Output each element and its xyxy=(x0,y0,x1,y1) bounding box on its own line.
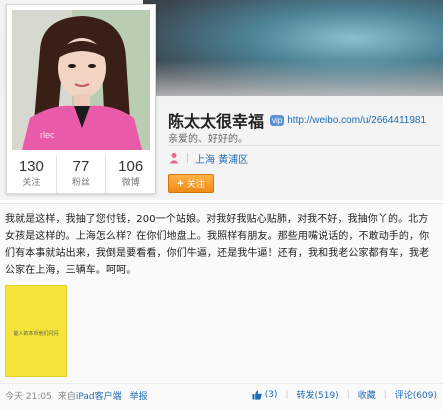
post-text: 我就是这样，我抽了您付钱，200一个站娘。对我好我贴心贴肺，对我不好，我抽你丫的… xyxy=(5,214,430,276)
verified-icon: vip xyxy=(270,114,285,126)
profile-name: 陈太太很幸福 xyxy=(168,112,265,131)
profile-bio: 亲爱的、好好的。 xyxy=(168,134,248,145)
profile-stats: 130 关注 77 粉丝 106 微博 xyxy=(7,155,155,193)
profile-name-row: 陈太太很幸福 vip http://weibo.com/u/2664411981 xyxy=(168,108,426,132)
person-icon xyxy=(169,153,179,164)
like-button[interactable]: (3) xyxy=(252,389,278,400)
favorite-link[interactable]: 收藏 xyxy=(358,388,376,401)
source-link[interactable]: iPad客户端 xyxy=(76,389,122,402)
profile-url-link[interactable]: http://weibo.com/u/2664411981 xyxy=(287,115,426,126)
stat-value: 77 xyxy=(72,158,90,175)
thumbs-up-icon xyxy=(252,390,262,400)
stat-label: 粉丝 xyxy=(72,178,91,188)
location-link[interactable]: 上海 黄浦区 xyxy=(195,151,248,166)
post-image-thumbnail[interactable]: 能人的本币他们闪闪 xyxy=(5,285,67,377)
post-actions: (3) | 转发(519) | 收藏 | 评论(609) xyxy=(252,388,437,401)
stat-posts[interactable]: 106 微博 xyxy=(106,155,155,193)
follow-label: 关注 xyxy=(186,180,205,190)
comment-link[interactable]: 评论(609) xyxy=(395,388,437,401)
profile-location-row: 上海 黄浦区 xyxy=(168,150,248,166)
divider xyxy=(168,145,440,146)
follow-button[interactable]: + 关注 xyxy=(168,174,214,193)
avatar[interactable]: rlec xyxy=(12,10,150,150)
thumbnail-caption: 能人的本币他们闪闪 xyxy=(13,331,59,337)
source-prefix: 来自 xyxy=(57,391,76,402)
plus-icon: + xyxy=(177,177,184,190)
report-link[interactable]: 举报 xyxy=(130,389,148,402)
svg-text:rlec: rlec xyxy=(40,130,55,140)
stat-followers[interactable]: 77 粉丝 xyxy=(57,155,107,193)
repost-link[interactable]: 转发(519) xyxy=(296,388,338,401)
stat-label: 微博 xyxy=(121,178,140,188)
stat-value: 106 xyxy=(118,158,144,175)
stat-following[interactable]: 130 关注 xyxy=(7,155,57,193)
post-footer: 今天 21:05 来自 iPad客户端 举报 (3) | 转发(519) | 收… xyxy=(0,383,443,406)
avatar-image: rlec xyxy=(12,10,150,150)
stat-label: 关注 xyxy=(22,178,41,188)
post-time-link[interactable]: 今天 21:05 xyxy=(5,389,52,402)
post: 我就是这样，我抽了您付钱，200一个站娘。对我好我贴心贴肺，对我不好，我抽你丫的… xyxy=(0,203,443,410)
like-count: (3) xyxy=(264,389,278,400)
stat-value: 130 xyxy=(18,158,44,175)
profile-card: rlec 130 关注 77 粉丝 106 微博 xyxy=(6,4,156,194)
